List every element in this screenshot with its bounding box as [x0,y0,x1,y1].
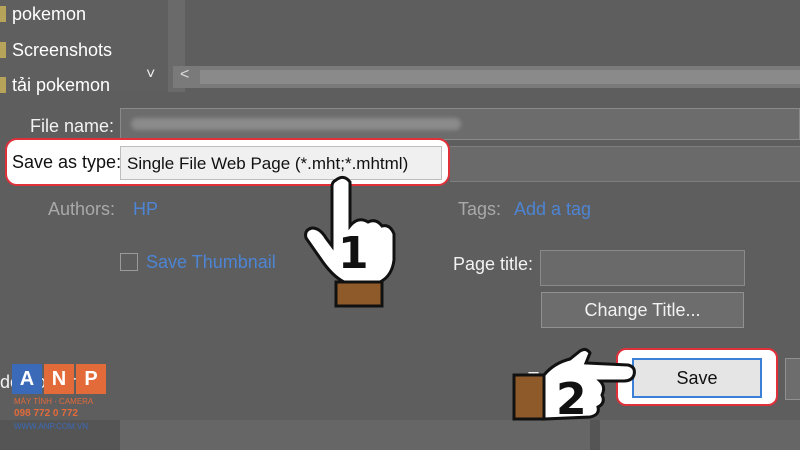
logo-tagline: MÁY TÍNH · CAMERA [14,397,94,406]
logo-letter: N [44,364,74,394]
bottom-band [0,420,800,450]
file-name-input[interactable] [120,108,800,140]
save-thumbnail-checkbox[interactable] [120,253,138,271]
logo-letter: A [12,364,42,394]
logo-site: WWW.ANP.COM.VN [14,422,89,431]
chevron-down-icon[interactable]: ˅ [146,66,155,84]
tree-item-screenshots[interactable]: Screenshots [0,33,112,67]
folder-icon [0,77,6,93]
change-title-button[interactable]: Change Title... [541,292,744,328]
step-2-number: 2 [556,374,587,425]
logo-letter: P [76,364,106,394]
folder-icon [0,42,6,58]
blurred-file-name [131,118,461,130]
anp-logo: A N P MÁY TÍNH · CAMERA 098 772 0 772 WW… [12,364,110,442]
folder-tree: pokemon Screenshots tải pokemon ˅ [0,0,168,95]
save-button[interactable]: Save [632,358,762,398]
page-title-label: Page title: [453,254,534,274]
file-name-label: File name: [30,116,115,136]
tree-item-label: pokemon [12,3,87,24]
step-1-number: 1 [338,228,369,279]
tree-item-tai-pokemon[interactable]: tải pokemon [0,68,110,102]
save-thumbnail-label[interactable]: Save Thumbnail [146,252,276,273]
tags-value[interactable]: Add a tag [514,199,591,220]
save-as-type-label: Save as type: [12,152,122,172]
logo-phone: 098 772 0 772 [14,408,78,419]
scrollbar-thumb[interactable] [200,70,800,84]
chevron-left-icon[interactable]: < [180,66,189,84]
page-title-input[interactable] [540,250,745,286]
folder-icon [0,6,6,22]
tree-item-label: tải pokemon [12,74,111,95]
authors-value[interactable]: HP [133,199,158,220]
tree-item-label: Screenshots [12,39,113,60]
cancel-button[interactable] [785,358,800,400]
tree-item-pokemon[interactable]: pokemon [0,0,86,31]
tags-label: Tags: [458,199,502,219]
authors-label: Authors: [48,199,116,219]
save-as-type-dropdown-extent[interactable] [450,146,800,182]
